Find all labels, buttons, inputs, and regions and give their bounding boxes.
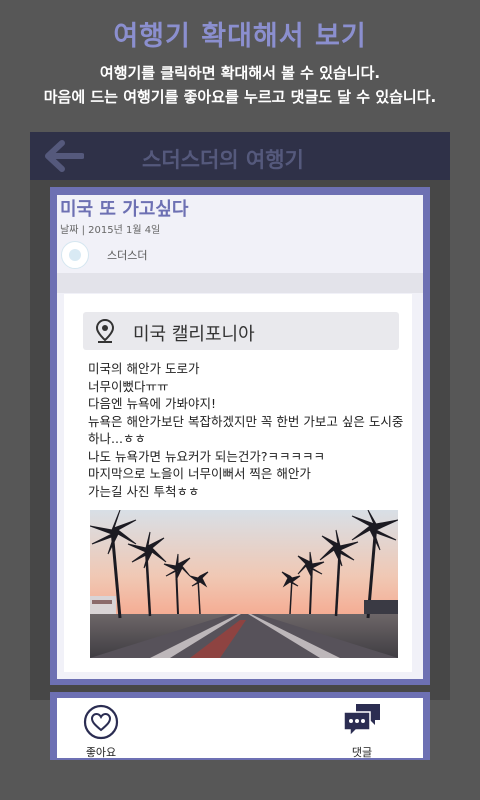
location-text: 미국 캘리포니아 — [133, 324, 255, 345]
sunset-road-photo — [90, 510, 398, 658]
location-bar: 미국 캘리포니아 — [83, 312, 399, 350]
post-author: 스더스더 — [107, 249, 148, 262]
avatar — [61, 241, 89, 269]
header-title: 스더스더의 여행기 — [142, 148, 304, 172]
back-arrow-icon[interactable] — [44, 140, 84, 172]
heart-icon — [83, 704, 119, 740]
post-title: 미국 또 가고싶다 — [60, 199, 189, 220]
comment-button[interactable]: 댓글 — [340, 702, 384, 759]
post-card[interactable]: 미국 또 가고싶다 날짜 | 2015년 1월 4일 스더스더 미국 캘리포니아… — [57, 195, 423, 679]
divider — [57, 273, 423, 293]
post-date: 날짜 | 2015년 1월 4일 — [60, 225, 161, 236]
action-bar: 좋아요 댓글 — [57, 698, 423, 759]
comment-label: 댓글 — [351, 746, 373, 759]
tutorial-line-2: 마음에 드는 여행기를 좋아요를 누르고 댓글도 달 수 있습니다. — [43, 88, 437, 106]
chat-bubbles-icon — [343, 704, 380, 738]
like-label: 좋아요 — [85, 746, 117, 759]
app-header: 스더스더의 여행기 — [30, 132, 450, 180]
like-button[interactable]: 좋아요 — [81, 704, 121, 759]
tutorial-line-1: 여행기를 클릭하면 확대해서 볼 수 있습니다. — [99, 64, 381, 82]
post-content: 미국 캘리포니아 미국의 해안가 도로가 너무이뻤다ㅠㅠ 다음엔 뉴욕에 가봐야… — [64, 294, 412, 672]
tutorial-title: 여행기 확대해서 보기 — [113, 21, 367, 52]
map-pin-icon — [95, 319, 115, 343]
post-body: 미국의 해안가 도로가 너무이뻤다ㅠㅠ 다음엔 뉴욕에 가봐야지! 뉴욕은 해안… — [88, 361, 404, 499]
